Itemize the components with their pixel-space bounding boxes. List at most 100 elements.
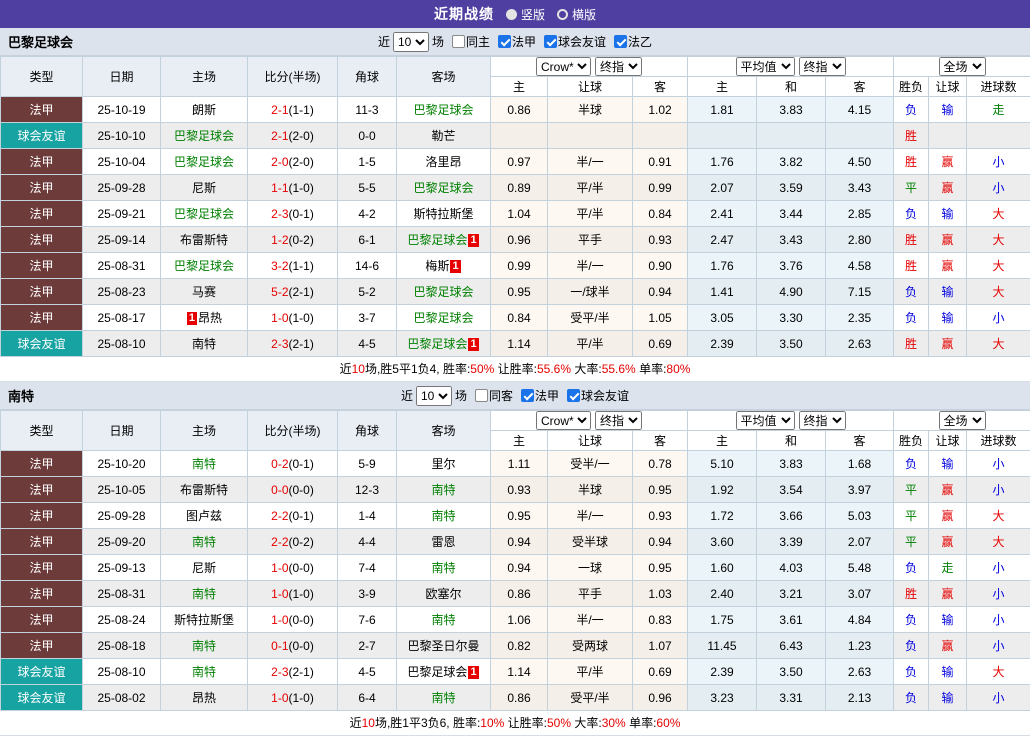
corner-cell: 6-4 (338, 685, 397, 711)
result-cell: 负 (894, 685, 929, 711)
checkbox-label: 法甲 (535, 387, 559, 404)
recent-count-select[interactable]: 10 (393, 32, 429, 52)
handicap-cell: 受平/半 (548, 305, 633, 331)
avg-away-odds: 2.80 (826, 227, 894, 253)
goals-result-cell: 小 (967, 451, 1030, 477)
summary-segment: 大率: (571, 716, 602, 730)
checkbox-unchecked[interactable] (452, 35, 465, 48)
checkbox-checked[interactable] (567, 389, 580, 402)
col-header-score: 比分(半场) (248, 411, 338, 451)
home-team-cell: 朗斯 (161, 97, 248, 123)
result-cell: 负 (894, 305, 929, 331)
checkbox-checked[interactable] (521, 389, 534, 402)
handicap-result-cell: 赢 (929, 227, 967, 253)
radio-option-selected[interactable]: 竖版 (506, 6, 545, 23)
avg-home-odds: 2.40 (688, 581, 757, 607)
col-header-avg-away: 客 (826, 77, 894, 97)
final-odds-select[interactable]: 终指 (799, 57, 846, 76)
final-odds-select[interactable]: 终指 (799, 411, 846, 430)
average-select[interactable]: 平均值 (736, 411, 795, 430)
avg-home-odds: 1.75 (688, 607, 757, 633)
crow-away-odds: 0.95 (633, 555, 688, 581)
summary-segment: 30% (602, 716, 626, 730)
corner-cell: 1-4 (338, 503, 397, 529)
col-header-goals: 进球数 (967, 431, 1030, 451)
crow-home-odds: 0.84 (491, 305, 548, 331)
match-row: 法甲25-08-31巴黎足球会3-2(1-1)14-6梅斯10.99半/一0.9… (1, 253, 1030, 279)
team-name: 南特 (192, 639, 216, 653)
score-cell: 2-3(2-1) (248, 331, 338, 357)
avg-draw-odds: 3.83 (757, 451, 826, 477)
recent-count-select[interactable]: 10 (416, 386, 452, 406)
fulltime-score: 1-1 (271, 181, 288, 195)
crow-away-odds: 0.78 (633, 451, 688, 477)
crow-away-odds: 0.91 (633, 149, 688, 175)
odds-source-select[interactable]: Crow* (536, 57, 591, 76)
fullmatch-select[interactable]: 全场 (939, 411, 986, 430)
filter-bar: 南特 近10场同客法甲球会友谊 (0, 382, 1030, 410)
checkbox-checked[interactable] (614, 35, 627, 48)
score-cell: 1-1(1-0) (248, 175, 338, 201)
summary-segment: 10 (362, 716, 375, 730)
score-cell: 5-2(2-1) (248, 279, 338, 305)
goals-result-cell: 小 (967, 175, 1030, 201)
team-name: 巴黎足球会 (407, 233, 467, 247)
team-section-title: 巴黎足球会 (8, 32, 73, 51)
team-name: 巴黎足球会 (174, 259, 234, 273)
corner-cell: 5-5 (338, 175, 397, 201)
col-header-crow-away: 客 (633, 77, 688, 97)
col-header-home: 主场 (161, 57, 248, 97)
handicap-result-cell: 走 (929, 555, 967, 581)
handicap-result-cell: 赢 (929, 529, 967, 555)
radio-icon (557, 9, 568, 20)
summary-segment: 场,胜1平3负6, 胜率: (375, 716, 480, 730)
corner-cell: 3-7 (338, 305, 397, 331)
odds-source-select[interactable]: Crow* (536, 411, 591, 430)
avg-draw-odds: 3.50 (757, 659, 826, 685)
avg-home-odds: 1.76 (688, 149, 757, 175)
goals-result-cell: 大 (967, 227, 1030, 253)
corner-cell: 2-7 (338, 633, 397, 659)
red-card-badge: 1 (468, 338, 478, 351)
avg-away-odds: 3.43 (826, 175, 894, 201)
average-select[interactable]: 平均值 (736, 57, 795, 76)
radio-option-unselected[interactable]: 横版 (557, 6, 596, 23)
date-cell: 25-10-10 (83, 123, 161, 149)
radio-label: 横版 (572, 6, 596, 23)
fulltime-score: 2-1 (271, 103, 288, 117)
summary-segment: 10 (352, 362, 365, 376)
radio-label: 竖版 (521, 6, 545, 23)
checkbox-checked[interactable] (544, 35, 557, 48)
final-odds-select[interactable]: 终指 (595, 57, 642, 76)
home-team-cell: 布雷斯特 (161, 227, 248, 253)
col-header-result: 胜负 (894, 77, 929, 97)
fulltime-score: 2-2 (271, 509, 288, 523)
league-type-cell: 法甲 (1, 201, 83, 227)
avg-draw-odds (757, 123, 826, 149)
corner-cell: 4-5 (338, 659, 397, 685)
away-team-cell: 洛里昂 (397, 149, 491, 175)
result-cell: 平 (894, 529, 929, 555)
result-cell: 负 (894, 279, 929, 305)
away-team-cell: 巴黎足球会 (397, 305, 491, 331)
score-cell: 2-3(2-1) (248, 659, 338, 685)
summary-segment: 近 (340, 362, 352, 376)
home-team-cell: 尼斯 (161, 555, 248, 581)
away-team-cell: 勒芒 (397, 123, 491, 149)
score-cell: 1-0(1-0) (248, 685, 338, 711)
checkbox-unchecked[interactable] (475, 389, 488, 402)
league-type-cell: 法甲 (1, 529, 83, 555)
handicap-cell: 平/半 (548, 659, 633, 685)
handicap-cell: 半球 (548, 97, 633, 123)
goals-result-cell: 小 (967, 149, 1030, 175)
checkbox-checked[interactable] (498, 35, 511, 48)
team-name: 勒芒 (431, 129, 455, 143)
col-header-crow-home: 主 (491, 77, 548, 97)
avg-draw-odds: 3.31 (757, 685, 826, 711)
handicap-cell: 半/一 (548, 503, 633, 529)
fulltime-score: 1-0 (271, 311, 288, 325)
fullmatch-select[interactable]: 全场 (939, 57, 986, 76)
home-team-cell: 巴黎足球会 (161, 149, 248, 175)
final-odds-select[interactable]: 终指 (595, 411, 642, 430)
match-row: 法甲25-10-05布雷斯特0-0(0-0)12-3南特0.93半球0.951.… (1, 477, 1030, 503)
